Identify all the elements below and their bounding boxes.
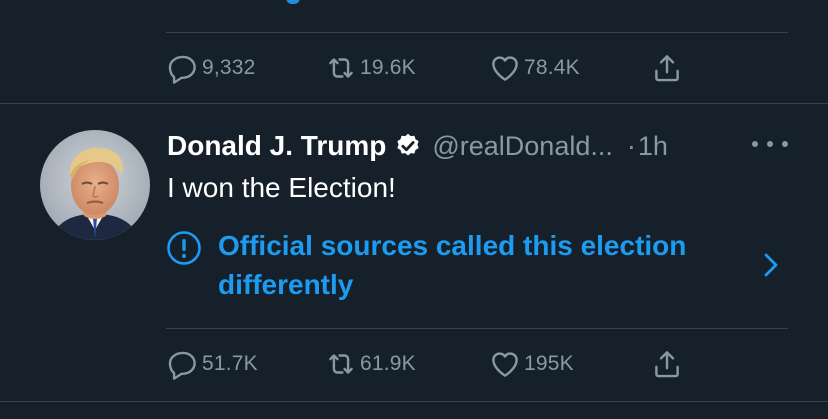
- reply-count: 9,332: [202, 56, 256, 79]
- dot-icon: [767, 141, 773, 147]
- reply-button[interactable]: 9,332: [166, 48, 256, 88]
- reply-count: 51.7K: [202, 352, 258, 375]
- reply-icon: [168, 351, 196, 380]
- like-count: 78.4K: [524, 56, 580, 79]
- share-button[interactable]: [650, 344, 684, 384]
- heart-icon: [492, 56, 518, 81]
- author-name[interactable]: Donald J. Trump: [167, 130, 386, 162]
- like-button[interactable]: 78.4K: [488, 48, 580, 88]
- tweet-text: I won the Election!: [167, 172, 396, 203]
- dot-icon: [782, 141, 788, 147]
- tweet[interactable]: Donald J. Trump @realDonald... · 1h I wo…: [0, 104, 828, 401]
- reply-button[interactable]: 51.7K: [166, 344, 258, 384]
- like-count: 195K: [524, 352, 574, 375]
- divider: [166, 328, 788, 329]
- tweet-separator: [0, 401, 828, 402]
- more-options-button[interactable]: [752, 134, 788, 154]
- separator-dot: ·: [626, 130, 636, 161]
- previous-tweet: 9,332 19.6K 78.4K: [0, 0, 828, 103]
- heart-icon: [492, 352, 518, 377]
- chevron-right-icon: [764, 253, 778, 277]
- share-button[interactable]: [650, 48, 684, 88]
- divider: [166, 32, 788, 33]
- election-notice-link[interactable]: Official sources called this election di…: [166, 226, 788, 306]
- verified-badge-icon: [397, 133, 419, 156]
- exclamation-circle-icon: [167, 231, 201, 265]
- link-text-fragment: [286, 0, 300, 4]
- author-handle[interactable]: @realDonald...: [432, 131, 613, 162]
- like-button[interactable]: 195K: [488, 344, 574, 384]
- retweet-button[interactable]: 61.9K: [324, 344, 416, 384]
- notice-text: Official sources called this election di…: [218, 230, 687, 300]
- tweet-timestamp[interactable]: 1h: [638, 131, 668, 162]
- retweet-button[interactable]: 19.6K: [324, 48, 416, 88]
- dot-icon: [752, 141, 758, 147]
- tweet-actions: 9,332 19.6K 78.4K: [166, 48, 706, 88]
- tweet-header: Donald J. Trump @realDonald... · 1h: [167, 126, 797, 166]
- retweet-count: 19.6K: [360, 56, 416, 79]
- tweet-actions: 51.7K 61.9K 195K: [166, 344, 706, 384]
- retweet-icon: [329, 58, 353, 78]
- reply-icon: [168, 55, 196, 84]
- retweet-count: 61.9K: [360, 352, 416, 375]
- profile-photo: [40, 130, 150, 240]
- share-icon: [655, 351, 679, 378]
- timeline: 9,332 19.6K 78.4K Donald J. Trump @realD…: [0, 0, 828, 419]
- retweet-icon: [329, 354, 353, 374]
- share-icon: [655, 55, 679, 82]
- avatar[interactable]: [40, 130, 150, 240]
